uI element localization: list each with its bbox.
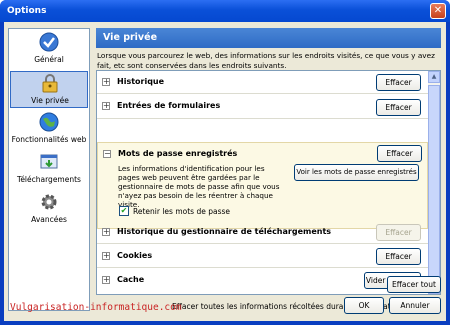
clear-all-button[interactable]: Effacer tout bbox=[387, 276, 441, 293]
dialog-body: Général Vie privée Fonctionnalités web T… bbox=[4, 22, 446, 321]
ok-button[interactable]: OK bbox=[344, 297, 384, 314]
scroll-thumb[interactable] bbox=[428, 85, 440, 278]
sidebar-item-privacy[interactable]: Vie privée bbox=[10, 71, 88, 108]
scroll-up-icon[interactable]: ▲ bbox=[428, 71, 440, 83]
sidebar-item-downloads[interactable]: Téléchargements bbox=[10, 151, 88, 188]
section-cookies[interactable]: + Cookies Effacer bbox=[97, 245, 428, 268]
checkmark-icon bbox=[39, 32, 59, 52]
section-download-history[interactable]: + Historique du gestionnaire de téléchar… bbox=[97, 221, 428, 244]
gear-icon bbox=[41, 194, 57, 210]
category-sidebar: Général Vie privée Fonctionnalités web T… bbox=[8, 28, 90, 311]
section-saved-passwords: − Mots de passe enregistrés Effacer Les … bbox=[97, 142, 428, 229]
title-bar: Options ✕ bbox=[0, 0, 450, 22]
section-cache[interactable]: + Cache Vider le cache bbox=[97, 269, 428, 292]
expand-icon[interactable]: + bbox=[102, 78, 110, 86]
page-title: Vie privée bbox=[96, 28, 441, 48]
passwords-description: Les informations d'identification pour l… bbox=[118, 164, 280, 209]
close-icon[interactable]: ✕ bbox=[430, 3, 446, 19]
clear-downloads-button[interactable]: Effacer bbox=[376, 224, 421, 241]
globe-icon bbox=[39, 112, 59, 132]
expand-icon[interactable]: + bbox=[102, 102, 110, 110]
watermark: Vulgarisation-informatique.com bbox=[10, 302, 182, 313]
sidebar-item-general[interactable]: Général bbox=[10, 31, 88, 68]
clear-forms-button[interactable]: Effacer bbox=[376, 99, 421, 116]
lock-icon bbox=[42, 74, 58, 93]
remember-passwords-checkbox[interactable]: ✔ bbox=[119, 206, 129, 216]
clear-history-button[interactable]: Effacer bbox=[376, 74, 421, 91]
section-form-entries[interactable]: + Entrées de formulaires Effacer bbox=[97, 95, 428, 119]
window-title: Options bbox=[7, 6, 47, 16]
sidebar-item-web-features[interactable]: Fonctionnalités web bbox=[10, 111, 88, 148]
section-history[interactable]: + Historique Effacer bbox=[97, 71, 428, 94]
sidebar-item-advanced[interactable]: Avancées bbox=[10, 191, 88, 228]
options-window: Options ✕ Général Vie privée Fonctionnal… bbox=[0, 0, 450, 325]
expand-icon[interactable]: + bbox=[102, 252, 110, 260]
privacy-sections-list: + Historique Effacer + Entrées de formul… bbox=[96, 70, 441, 295]
collapse-icon[interactable]: − bbox=[103, 150, 111, 158]
vertical-scrollbar[interactable]: ▲ ▼ bbox=[428, 71, 440, 294]
view-passwords-button[interactable]: Voir les mots de passe enregistrés bbox=[294, 164, 419, 181]
download-icon bbox=[40, 154, 58, 169]
remember-passwords-label: Retenir les mots de passe bbox=[133, 207, 231, 216]
cancel-button[interactable]: Annuler bbox=[389, 297, 441, 314]
clear-cookies-button[interactable]: Effacer bbox=[376, 248, 421, 265]
clear-passwords-button[interactable]: Effacer bbox=[377, 145, 422, 162]
intro-text: Lorsque vous parcourez le web, des infor… bbox=[97, 51, 435, 70]
expand-icon[interactable]: + bbox=[102, 276, 110, 284]
expand-icon[interactable]: + bbox=[102, 228, 110, 236]
